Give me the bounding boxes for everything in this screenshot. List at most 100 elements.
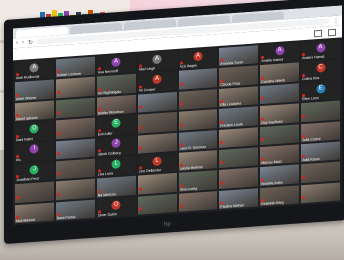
- participant-tile[interactable]: [178, 190, 218, 212]
- muted-mic-icon: [179, 123, 183, 127]
- participant-tile[interactable]: J Jonathan Fenz: [15, 161, 54, 183]
- participant-name: [302, 201, 339, 204]
- participant-tile[interactable]: [137, 112, 177, 134]
- participant-tile[interactable]: [219, 167, 259, 189]
- participant-tile[interactable]: A Asa Nemiroff: [96, 53, 136, 75]
- participant-tile[interactable]: E Esti Adler: [96, 114, 136, 137]
- participant-tile[interactable]: J Jakob Golberg: [96, 135, 136, 157]
- participant-tile[interactable]: A Ari Cooper: [137, 71, 177, 93]
- participant-gallery: A Ariel Rudkovsk Ashish Loshore A Asa Nemiro…: [15, 39, 340, 224]
- participant-tile[interactable]: A Azzi Bagim: [178, 48, 218, 70]
- back-icon[interactable]: ‹: [16, 40, 18, 46]
- participant-tile[interactable]: Arieh Wiener: [15, 79, 54, 101]
- participant-tile[interactable]: [55, 117, 95, 139]
- participant-name: Noa Manoel: [16, 217, 35, 224]
- avatar: A: [29, 63, 39, 73]
- participant-tile[interactable]: Avi Nightingale: [96, 74, 136, 96]
- muted-mic-icon: [138, 207, 142, 211]
- participant-tile[interactable]: [301, 182, 340, 204]
- participant-tile[interactable]: Nordine Adiss: [260, 164, 300, 186]
- fullscreen-icon[interactable]: [328, 28, 336, 36]
- muted-mic-icon: [16, 195, 19, 199]
- participant-tile[interactable]: Pauline Nathan: [219, 187, 259, 209]
- participant-tile[interactable]: [55, 97, 95, 119]
- muted-mic-icon: [220, 140, 224, 144]
- muted-mic-icon: [138, 146, 142, 150]
- avatar: O: [111, 199, 121, 210]
- reload-icon[interactable]: ↻: [28, 38, 33, 45]
- muted-mic-icon: [302, 175, 306, 179]
- participant-tile[interactable]: Guy Kaufman: [260, 103, 300, 125]
- avatar: E: [316, 83, 326, 94]
- participant-tile[interactable]: Rebekah Berg: [260, 184, 300, 207]
- muted-mic-icon: [179, 82, 183, 86]
- participant-tile[interactable]: [260, 123, 300, 145]
- participant-tile[interactable]: [137, 132, 177, 154]
- muted-mic-icon: [261, 137, 265, 141]
- participant-tile[interactable]: Julia Czerni: [301, 121, 340, 143]
- avatar: E: [111, 118, 121, 129]
- participant-tile[interactable]: Frédéric Lindh: [219, 106, 259, 128]
- muted-mic-icon: [56, 151, 60, 156]
- participant-tile[interactable]: [178, 88, 218, 110]
- participant-tile[interactable]: David Iglesias: [15, 100, 54, 122]
- participant-tile[interactable]: A Ariel Rudkovsk: [15, 59, 54, 81]
- menu-icon[interactable]: ⋮: [333, 17, 339, 24]
- participant-name: Pauline Nathan: [220, 203, 245, 209]
- participant-tile[interactable]: [55, 158, 95, 180]
- muted-mic-icon: [138, 105, 142, 109]
- avatar: C: [316, 63, 326, 74]
- participant-tile[interactable]: Claude Prinz: [219, 65, 259, 87]
- participant-tile[interactable]: Marcus Mazz: [260, 144, 300, 166]
- participant-tile[interactable]: [137, 193, 177, 215]
- participant-tile[interactable]: C Colina Kira: [301, 59, 340, 81]
- participant-tile[interactable]: I Iris: [15, 141, 54, 163]
- participant-tile[interactable]: E Ellen Leno: [301, 80, 340, 102]
- participant-tile[interactable]: Amanda Turen: [219, 45, 259, 67]
- avatar: A: [275, 45, 285, 56]
- participant-tile[interactable]: O Omer Guttin: [96, 196, 136, 218]
- muted-mic-icon: [56, 90, 60, 95]
- participant-tile[interactable]: Leon R. Sommer: [178, 129, 218, 151]
- view-icon[interactable]: [314, 29, 322, 37]
- participant-tile[interactable]: D Dani Naimi: [15, 120, 54, 142]
- forward-icon[interactable]: ›: [22, 40, 24, 46]
- participant-tile[interactable]: Dobbs Woodrow: [96, 94, 136, 116]
- participant-tile[interactable]: [137, 91, 177, 113]
- participant-tile[interactable]: Caroline Weinb: [260, 62, 300, 84]
- participant-tile[interactable]: [178, 109, 218, 131]
- screen: ‹ › ↻ ⋮ A Ariel Rudkovsk Ashish Loshore A As…: [13, 5, 342, 226]
- participant-tile[interactable]: Julia Raum: [301, 141, 340, 163]
- avatar: A: [152, 54, 162, 65]
- participant-tile[interactable]: [15, 181, 54, 203]
- participant-tile[interactable]: Ashish Loshore: [55, 56, 95, 78]
- participant-tile[interactable]: [55, 178, 95, 200]
- participant-name: Nora Partos: [56, 214, 76, 221]
- participant-tile[interactable]: [178, 68, 218, 90]
- muted-mic-icon: [302, 114, 306, 118]
- participant-tile[interactable]: [55, 138, 95, 160]
- participant-tile[interactable]: Noa Manoel: [15, 202, 54, 224]
- participant-tile[interactable]: L Lino Dellander: [137, 152, 177, 174]
- participant-tile[interactable]: [219, 147, 259, 169]
- participant-tile[interactable]: Na Wortuss: [96, 176, 136, 198]
- avatar: J: [111, 138, 121, 149]
- participant-tile[interactable]: Ella Lindqvist: [219, 85, 259, 108]
- participant-tile[interactable]: [301, 161, 340, 183]
- participant-tile[interactable]: L Lisa Luna: [96, 155, 136, 177]
- participant-tile[interactable]: Nora Partos: [55, 199, 95, 221]
- participant-tile[interactable]: A Anders Hamid: [301, 39, 340, 61]
- participant-tile[interactable]: [301, 100, 340, 122]
- participant-tile[interactable]: [137, 173, 177, 195]
- participant-tile[interactable]: Nina Lustig: [178, 170, 218, 192]
- participant-tile[interactable]: [219, 126, 259, 148]
- participant-tile[interactable]: [55, 77, 95, 99]
- participant-tile[interactable]: [260, 83, 300, 105]
- participant-tile[interactable]: Leonie Berliner: [178, 149, 218, 172]
- participant-name: [139, 212, 176, 215]
- avatar: L: [111, 159, 121, 169]
- avatar: I: [29, 144, 39, 155]
- avatar: A: [193, 51, 203, 62]
- participant-tile[interactable]: A Abel Leigh: [137, 50, 177, 73]
- participant-tile[interactable]: A Amélie Hamid: [260, 42, 300, 64]
